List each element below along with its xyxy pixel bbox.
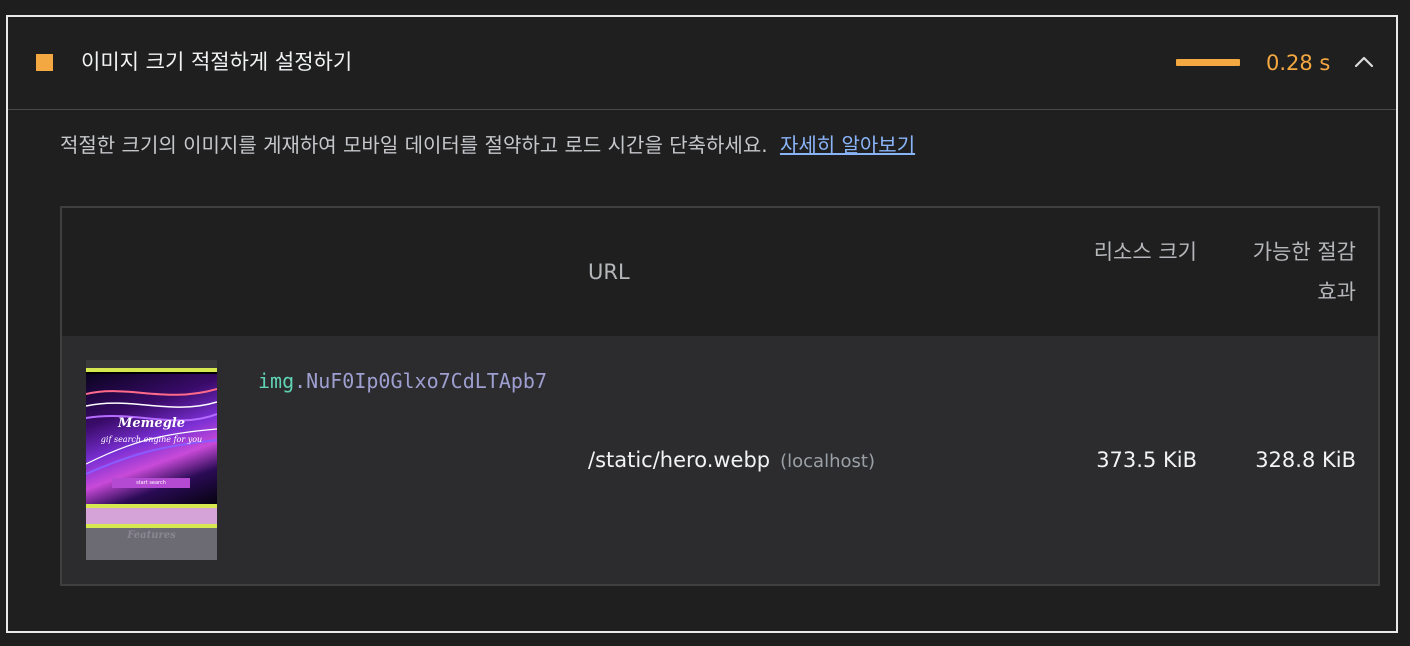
thumbnail-top-strip: [86, 360, 217, 368]
resource-url[interactable]: /static/hero.webp: [588, 448, 770, 472]
resource-origin: (localhost): [780, 451, 875, 472]
thumbnail-features-heading: Features: [127, 530, 176, 541]
node-selector[interactable]: img.NuF0Ip0Glxo7CdLTApb7: [258, 360, 548, 402]
details-table: URL 리소스 크기 가능한 절감 효과 Memegle gif search …: [60, 206, 1380, 586]
audit-panel: 이미지 크기 적절하게 설정하기 0.28 s 적절한 크기의 이미지를 게재하…: [6, 15, 1398, 633]
column-header-resource-size: 리소스 크기: [1093, 240, 1197, 264]
chevron-up-icon[interactable]: [1353, 51, 1375, 73]
thumbnail-tagline: gif search engine for you: [100, 435, 203, 444]
metric-bar: [1176, 59, 1240, 66]
audit-title: 이미지 크기 적절하게 설정하기: [81, 50, 353, 74]
node-class: .NuF0Ip0Glxo7CdLTApb7: [294, 369, 547, 393]
table-row: Memegle gif search engine for you start …: [62, 336, 1378, 584]
node-tag: img: [258, 369, 295, 393]
column-header-potential-savings: 가능한 절감 효과: [1252, 240, 1356, 304]
thumbnail-brand: Memegle: [118, 416, 185, 431]
thumbnail-cta: start search: [112, 478, 190, 488]
learn-more-link[interactable]: 자세히 알아보기: [780, 133, 915, 157]
orange-square-icon: [36, 54, 53, 71]
resource-url-cell[interactable]: /static/hero.webp (localhost): [588, 442, 875, 480]
description-text: 적절한 크기의 이미지를 게재하여 모바일 데이터를 절약하고 로드 시간을 단…: [60, 133, 768, 157]
column-header-url: URL: [588, 260, 630, 284]
thumbnail-pink-band: [86, 508, 217, 524]
table-header: URL 리소스 크기 가능한 절감 효과: [62, 208, 1378, 336]
image-thumbnail: Memegle gif search engine for you start …: [86, 360, 217, 560]
resource-size-value: 373.5 KiB: [1096, 448, 1197, 472]
audit-description: 적절한 크기의 이미지를 게재하여 모바일 데이터를 절약하고 로드 시간을 단…: [60, 129, 915, 161]
metric-value: 0.28 s: [1266, 51, 1331, 75]
audit-header[interactable]: 이미지 크기 적절하게 설정하기 0.28 s: [8, 17, 1396, 110]
thumbnail-accent-line: [86, 368, 217, 372]
potential-savings-value: 328.8 KiB: [1255, 448, 1356, 472]
